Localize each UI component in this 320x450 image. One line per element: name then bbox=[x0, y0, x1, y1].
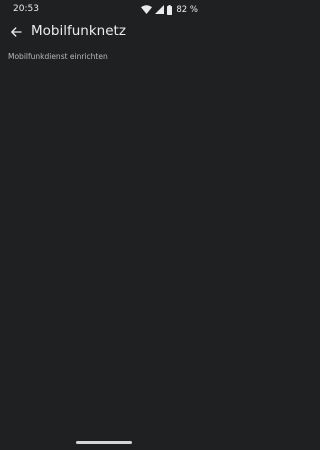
arrow-left-icon bbox=[10, 23, 22, 42]
setup-mobile-service-item[interactable]: Mobilfunkdienst einrichten bbox=[8, 44, 200, 61]
setup-mobile-service-label: Mobilfunkdienst einrichten bbox=[8, 52, 108, 61]
settings-screen: 20:53 82 % Mobilfunknetz Mobilfunkdienst… bbox=[0, 0, 208, 450]
status-bar: 20:53 82 % bbox=[0, 0, 208, 20]
gesture-nav-handle[interactable] bbox=[76, 441, 132, 444]
wifi-icon bbox=[141, 5, 153, 14]
app-bar: Mobilfunknetz bbox=[0, 20, 208, 46]
battery-percentage: 82 % bbox=[176, 4, 198, 15]
battery-icon bbox=[167, 4, 173, 15]
signal-icon bbox=[155, 5, 165, 14]
status-icons: 82 % bbox=[141, 4, 198, 15]
page-title: Mobilfunknetz bbox=[31, 23, 126, 39]
back-button[interactable] bbox=[5, 20, 27, 44]
status-time: 20:53 bbox=[13, 4, 39, 14]
